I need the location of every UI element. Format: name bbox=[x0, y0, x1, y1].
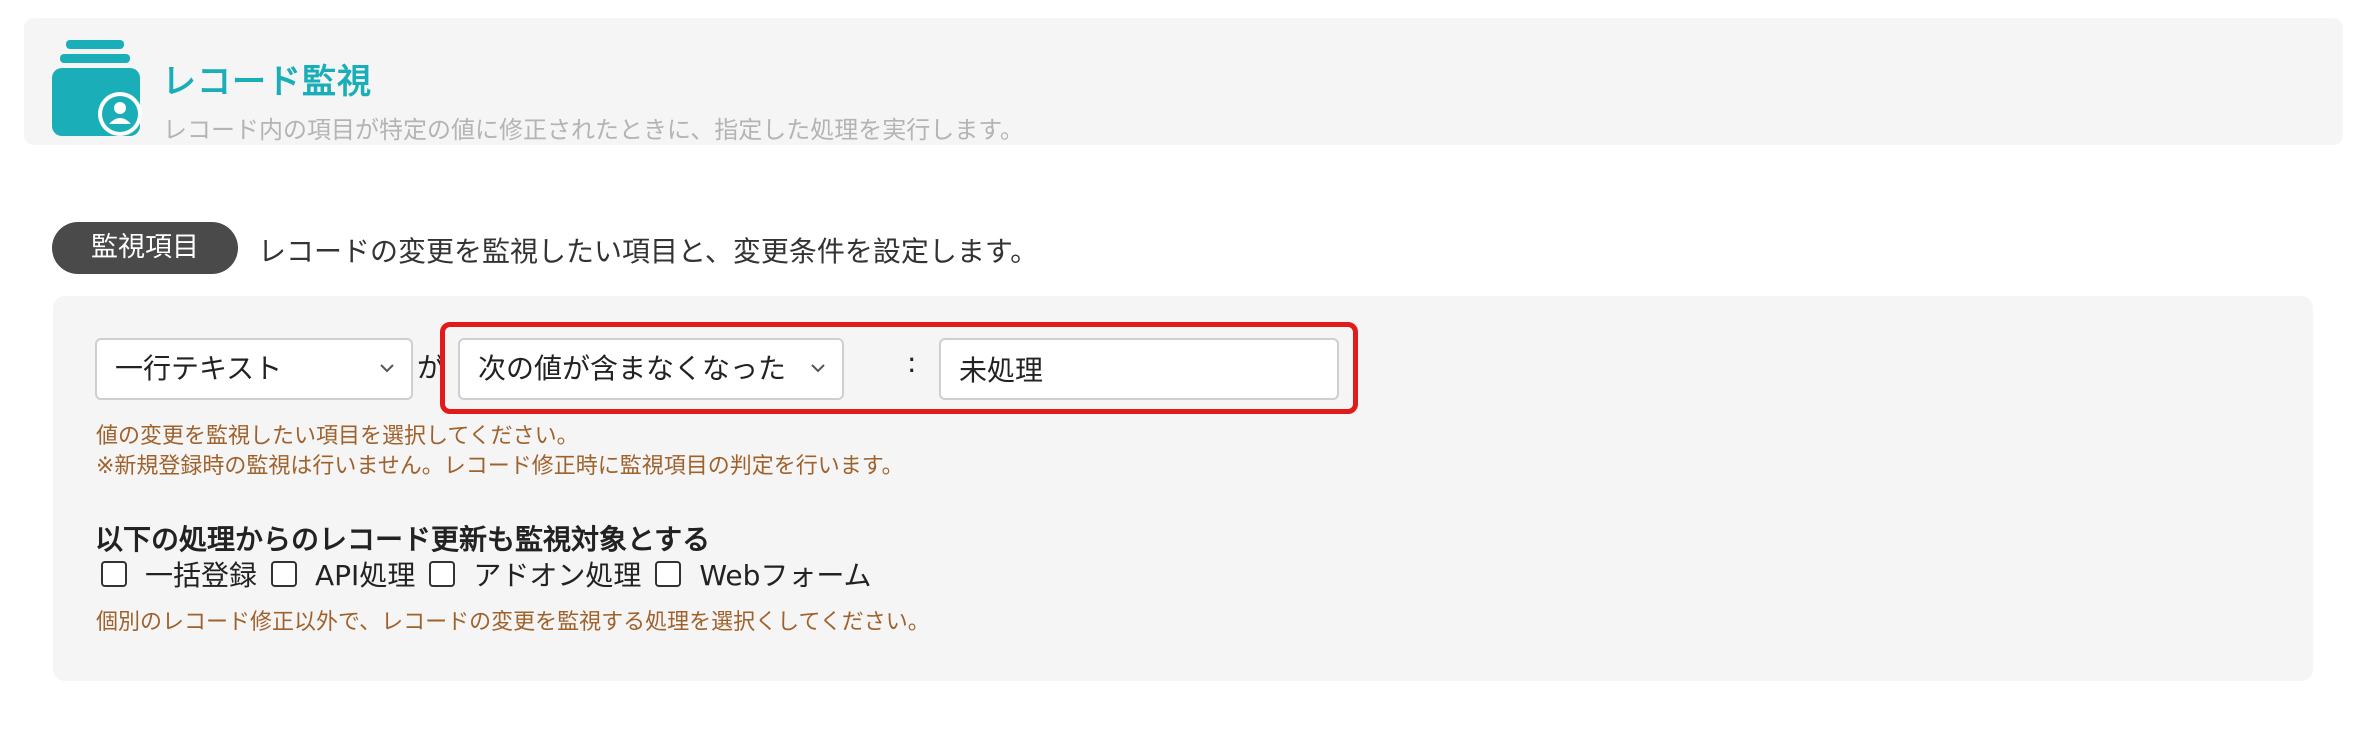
chevron-down-icon bbox=[380, 364, 394, 373]
page-title: レコード監視 bbox=[162, 62, 372, 102]
section-description: レコードの変更を監視したい項目と、変更条件を設定します。 bbox=[258, 235, 1039, 268]
checkbox-label: API処理 bbox=[315, 559, 416, 592]
chevron-down-icon bbox=[811, 364, 825, 373]
field-help-text: 値の変更を監視したい項目を選択してください。 bbox=[96, 424, 579, 449]
condition-panel: 一行テキスト が 次の値が含まなくなった : 値の変更を監視したい項目を選択して… bbox=[53, 296, 2313, 681]
checkbox-webform[interactable]: Webフォーム bbox=[655, 554, 872, 594]
section-badge: 監視項目 bbox=[52, 222, 238, 274]
checkbox-box[interactable] bbox=[271, 561, 298, 587]
page-description: レコード内の項目が特定の値に修正されたときに、指定した処理を実行します。 bbox=[163, 116, 1024, 144]
field-note-text: ※新規登録時の監視は行いません。レコード修正時に監視項目の判定を行います。 bbox=[96, 454, 904, 479]
checkbox-label: Webフォーム bbox=[699, 559, 872, 592]
checkbox-addon[interactable]: アドオン処理 bbox=[429, 554, 641, 594]
checkbox-api[interactable]: API処理 bbox=[271, 554, 415, 594]
sources-help-text: 個別のレコード修正以外で、レコードの変更を監視する処理を選択くしてください。 bbox=[96, 610, 930, 635]
checkbox-box[interactable] bbox=[101, 561, 127, 587]
checkbox-box[interactable] bbox=[429, 561, 456, 587]
operator-select[interactable]: 次の値が含まなくなった bbox=[458, 338, 844, 400]
page: レコード監視 レコード内の項目が特定の値に修正されたときに、指定した処理を実行し… bbox=[0, 0, 2369, 736]
condition-value-input[interactable] bbox=[939, 338, 1339, 400]
source-checkboxes: 一括登録 API処理 アドオン処理 Webフォーム bbox=[101, 554, 886, 594]
record-monitor-icon bbox=[52, 40, 142, 136]
operator-select-value: 次の値が含まなくなった bbox=[478, 352, 787, 385]
colon-label: : bbox=[907, 346, 917, 379]
checkbox-label: 一括登録 bbox=[145, 559, 258, 592]
sources-title: 以下の処理からのレコード更新も監視対象とする bbox=[95, 523, 711, 556]
checkbox-bulk-registration[interactable]: 一括登録 bbox=[101, 554, 257, 594]
field-select-value: 一行テキスト bbox=[115, 352, 283, 385]
header-banner: レコード監視 レコード内の項目が特定の値に修正されたときに、指定した処理を実行し… bbox=[24, 18, 2343, 145]
checkbox-label: アドオン処理 bbox=[473, 559, 642, 592]
checkbox-box[interactable] bbox=[655, 561, 682, 587]
field-select[interactable]: 一行テキスト bbox=[95, 338, 413, 400]
